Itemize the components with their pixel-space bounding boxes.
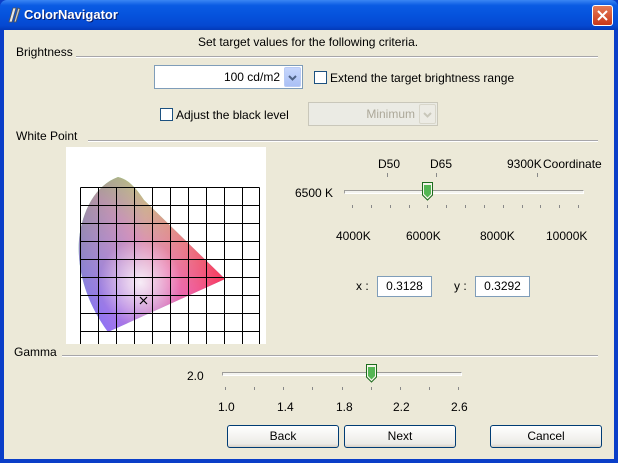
slider-tick [484, 205, 485, 208]
gamma-divider [62, 355, 598, 357]
white-point-slider-track[interactable] [344, 190, 584, 194]
close-icon [597, 10, 608, 21]
y-coordinate-label: y : [454, 279, 467, 293]
chevron-down-icon [423, 112, 432, 118]
gamma-slider-track[interactable] [222, 372, 462, 376]
back-button[interactable]: Back [227, 425, 339, 448]
scale-8000k: 8000K [480, 229, 515, 243]
adjust-black-level-checkbox[interactable] [160, 108, 173, 121]
slider-tick [254, 387, 255, 390]
extend-range-label[interactable]: Extend the target brightness range [330, 71, 514, 85]
close-button[interactable] [592, 5, 613, 26]
slider-tick [390, 205, 391, 208]
slider-tick [446, 205, 447, 208]
brightness-select[interactable]: 100 cd/m2 [154, 65, 303, 89]
x-coordinate-label: x : [356, 279, 369, 293]
window-title: ColorNavigator [24, 7, 118, 22]
slider-tick [458, 387, 459, 390]
cancel-button[interactable]: Cancel [490, 425, 602, 448]
dialog-body: Set target values for the following crit… [4, 30, 614, 459]
slider-tick [503, 205, 504, 208]
white-point-divider [88, 140, 598, 142]
slider-tick [429, 387, 430, 390]
black-level-dropdown-button[interactable] [419, 104, 436, 124]
slider-tick [522, 205, 523, 208]
slider-tick [409, 205, 410, 208]
title-bar[interactable]: ColorNavigator [0, 0, 618, 30]
slider-tick [427, 205, 428, 208]
label-d50: D50 [378, 157, 401, 171]
white-point-current-label: 6500 K [295, 186, 334, 200]
label-9300k: 9300K [507, 157, 542, 171]
label-d65: D65 [430, 157, 453, 171]
extend-range-checkbox[interactable] [314, 71, 327, 84]
slider-tick [578, 205, 579, 208]
adjust-black-level-label[interactable]: Adjust the black level [176, 108, 289, 122]
black-level-select[interactable]: Minimum [308, 102, 438, 126]
brightness-select-value: 100 cd/m2 [223, 70, 280, 84]
chromaticity-diagram [66, 147, 266, 368]
gamma-scale-2-6: 2.6 [451, 400, 468, 414]
scale-4000k: 4000K [336, 229, 371, 243]
gamma-scale-1-0: 1.0 [218, 400, 235, 414]
instructions-text: Set target values for the following crit… [198, 35, 419, 49]
slider-tick [312, 387, 313, 390]
gamma-current-label: 2.0 [187, 369, 204, 383]
black-level-select-value: Minimum [366, 107, 415, 121]
slider-tick [342, 387, 343, 390]
slider-tick [371, 387, 372, 390]
white-point-slider-thumb[interactable] [422, 182, 433, 201]
dialog-window: ColorNavigator Set target values for the… [0, 0, 618, 463]
scale-6000k: 6000K [406, 229, 441, 243]
gamma-slider-thumb[interactable] [366, 364, 377, 383]
gamma-scale-1-4: 1.4 [277, 400, 294, 414]
chromaticity-chart [78, 177, 260, 368]
y-coordinate-input[interactable]: 0.3292 [475, 276, 530, 297]
tick-9300k [537, 173, 538, 177]
slider-tick [540, 205, 541, 208]
brightness-section-label: Brightness [16, 45, 73, 59]
gamma-section-label: Gamma [14, 345, 57, 359]
gamma-scale-2-2: 2.2 [393, 400, 410, 414]
scale-10000k: 10000K [546, 229, 588, 243]
label-coordinate: Coordinate [543, 157, 602, 171]
slider-tick [465, 205, 466, 208]
tick-d50 [387, 173, 388, 177]
gamma-scale-1-8: 1.8 [336, 400, 353, 414]
app-icon [8, 7, 21, 23]
next-button[interactable]: Next [344, 425, 456, 448]
slider-tick [283, 387, 284, 390]
slider-tick [352, 205, 353, 208]
white-point-section-label: White Point [16, 129, 78, 143]
slider-tick [400, 387, 401, 390]
tick-d65 [436, 173, 437, 177]
brightness-divider [76, 56, 598, 58]
slider-tick [559, 205, 560, 208]
slider-tick [371, 205, 372, 208]
brightness-dropdown-button[interactable] [284, 67, 301, 87]
x-coordinate-input[interactable]: 0.3128 [377, 276, 432, 297]
slider-tick [225, 387, 226, 390]
chevron-down-icon [288, 75, 297, 81]
